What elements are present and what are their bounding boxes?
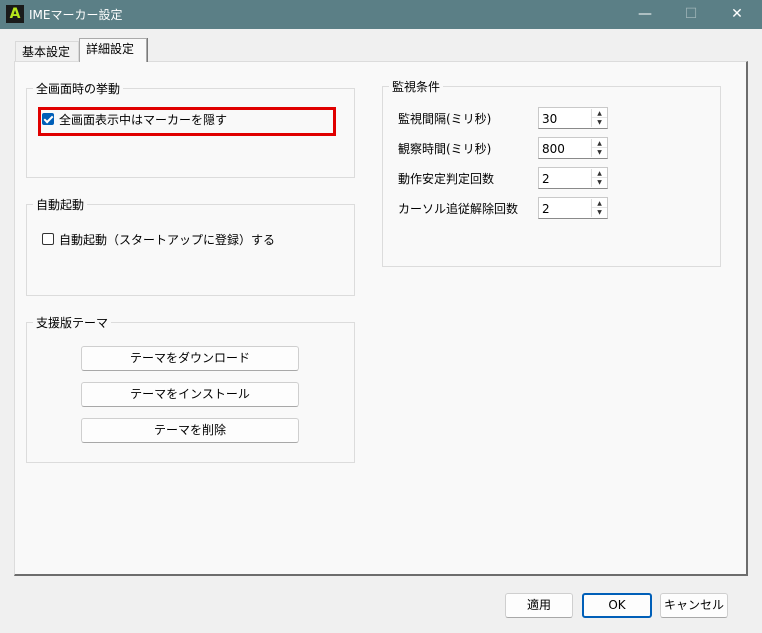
download-theme-button[interactable]: テーマをダウンロード [81, 346, 299, 371]
fullscreen-group: 全画面時の挙動 全画面表示中はマーカーを隠す [26, 80, 355, 178]
title-bar[interactable]: A IMEマーカー設定 — ☐ ✕ [0, 0, 762, 29]
minimize-button[interactable]: — [622, 0, 668, 29]
observe-time-value[interactable]: 800 [542, 142, 565, 156]
cursor-release-label: カーソル追従解除回数 [398, 202, 519, 216]
close-button[interactable]: ✕ [714, 0, 760, 29]
monitor-interval-label: 監視間隔(ミリ秒) [398, 112, 492, 126]
autostart-label[interactable]: 自動起動（スタートアップに登録）する [59, 231, 275, 248]
theme-group: 支援版テーマ テーマをダウンロード テーマをインストール テーマを削除 [26, 314, 355, 463]
fullscreen-group-title: 全画面時の挙動 [33, 80, 124, 97]
theme-group-title: 支援版テーマ [33, 314, 112, 331]
dialog-footer: 適用 OK キャンセル [0, 577, 762, 633]
spinner-arrows[interactable]: ▲ ▼ [591, 109, 607, 127]
autostart-group: 自動起動 自動起動（スタートアップに登録）する [26, 196, 355, 296]
spinner-arrows[interactable]: ▲ ▼ [591, 199, 607, 217]
spin-up-icon[interactable]: ▲ [592, 109, 607, 118]
observe-time-label: 観察時間(ミリ秒) [398, 142, 492, 156]
window-title: IMEマーカー設定 [29, 8, 123, 22]
stability-count-value[interactable]: 2 [542, 172, 550, 186]
app-icon: A [6, 5, 24, 23]
monitor-group-title: 監視条件 [389, 78, 444, 95]
cursor-release-value[interactable]: 2 [542, 202, 550, 216]
spin-down-icon[interactable]: ▼ [592, 208, 607, 217]
spin-down-icon[interactable]: ▼ [592, 178, 607, 187]
cursor-release-spinner[interactable]: 2 ▲ ▼ [538, 197, 608, 219]
tab-panel: 全画面時の挙動 全画面表示中はマーカーを隠す 自動起動 自動起動（スタートアップ… [14, 61, 748, 576]
observe-time-spinner[interactable]: 800 ▲ ▼ [538, 137, 608, 159]
tab-advanced-settings[interactable]: 詳細設定 [79, 38, 147, 62]
install-theme-button[interactable]: テーマをインストール [81, 382, 299, 407]
ok-button[interactable]: OK [582, 593, 652, 618]
hide-marker-label[interactable]: 全画面表示中はマーカーを隠す [59, 111, 227, 128]
tab-basic-settings[interactable]: 基本設定 [15, 41, 79, 62]
hide-marker-checkbox[interactable] [42, 113, 54, 125]
spinner-arrows[interactable]: ▲ ▼ [591, 139, 607, 157]
autostart-group-title: 自動起動 [33, 196, 88, 213]
spin-up-icon[interactable]: ▲ [592, 139, 607, 148]
maximize-button[interactable]: ☐ [668, 0, 714, 29]
spin-up-icon[interactable]: ▲ [592, 169, 607, 178]
spinner-arrows[interactable]: ▲ ▼ [591, 169, 607, 187]
delete-theme-button[interactable]: テーマを削除 [81, 418, 299, 443]
stability-count-label: 動作安定判定回数 [398, 172, 495, 186]
stability-count-spinner[interactable]: 2 ▲ ▼ [538, 167, 608, 189]
monitor-group: 監視条件 監視間隔(ミリ秒) 30 ▲ ▼ 観察時間(ミリ秒) 800 ▲ ▼ … [382, 78, 721, 267]
spin-up-icon[interactable]: ▲ [592, 199, 607, 208]
monitor-interval-spinner[interactable]: 30 ▲ ▼ [538, 107, 608, 129]
spin-down-icon[interactable]: ▼ [592, 148, 607, 157]
cancel-button[interactable]: キャンセル [660, 593, 728, 618]
monitor-interval-value[interactable]: 30 [542, 112, 557, 126]
apply-button[interactable]: 適用 [505, 593, 573, 618]
spin-down-icon[interactable]: ▼ [592, 118, 607, 127]
autostart-checkbox[interactable] [42, 233, 54, 245]
